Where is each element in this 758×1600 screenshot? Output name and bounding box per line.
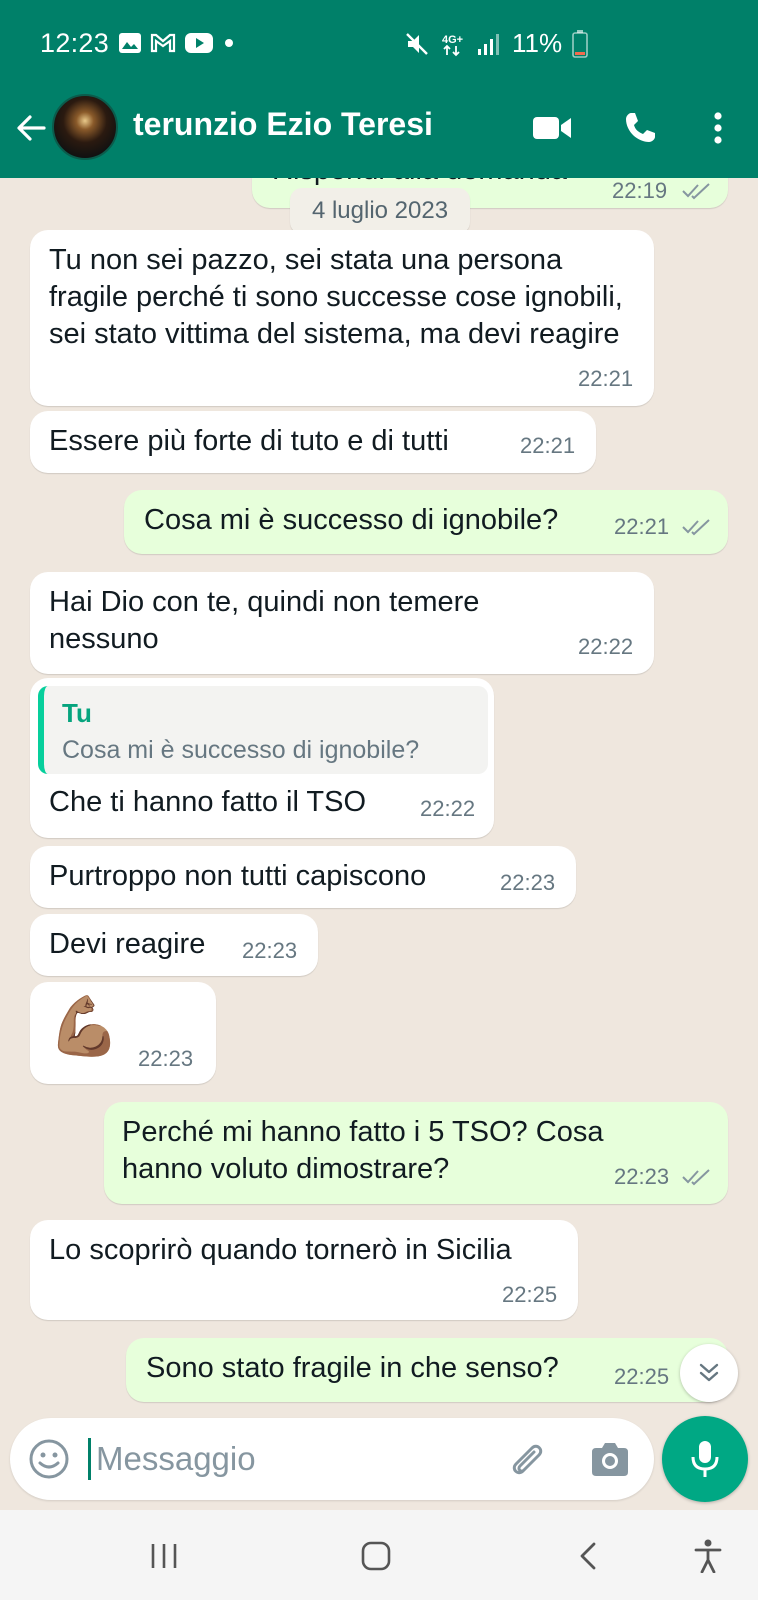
accessibility-button[interactable] xyxy=(688,1536,728,1576)
read-ticks-icon xyxy=(682,183,710,200)
message-time: 22:23 xyxy=(500,870,556,895)
date-chip: 4 luglio 2023 xyxy=(290,188,470,234)
back-icon xyxy=(580,1542,596,1570)
scroll-to-bottom-button[interactable] xyxy=(680,1344,738,1402)
message-bubble[interactable]: Purtroppo non tutti capiscono 22:23 xyxy=(30,846,576,908)
more-icon xyxy=(714,112,722,144)
chat-area[interactable]: Rispondi alla domanda 22:19 4 luglio 202… xyxy=(0,178,758,1418)
4g-icon: 4G+ xyxy=(442,34,463,56)
message-bubble[interactable]: Devi reagire 22:23 xyxy=(30,914,318,976)
text-caret xyxy=(88,1438,91,1480)
phone-icon xyxy=(626,113,655,142)
message-text: Cosa mi è successo di ignobile? xyxy=(144,504,559,536)
message-bubble[interactable]: Perché mi hanno fatto i 5 TSO? Cosa hann… xyxy=(104,1102,728,1204)
message-time: 22:23 xyxy=(138,1046,194,1071)
microphone-icon xyxy=(691,1441,719,1477)
read-ticks-icon xyxy=(682,519,710,536)
camera-icon[interactable] xyxy=(588,1438,632,1482)
message-time: 22:23 xyxy=(242,938,298,963)
contact-name[interactable]: terunzio Ezio Teresi xyxy=(133,106,433,143)
message-time: 22:25 xyxy=(614,1364,670,1389)
message-text: Devi reagire xyxy=(49,928,206,960)
quoted-text: Cosa mi è successo di ignobile? xyxy=(62,736,420,764)
battery-icon xyxy=(572,29,588,58)
notification-icons xyxy=(118,32,236,54)
attach-icon[interactable] xyxy=(504,1438,548,1482)
message-bubble[interactable]: Cosa mi è successo di ignobile? 22:21 xyxy=(124,490,728,554)
video-call-button[interactable] xyxy=(530,106,574,150)
contact-avatar[interactable] xyxy=(52,94,118,160)
message-time: 22:22 xyxy=(578,634,634,659)
quoted-author: Tu xyxy=(62,698,92,728)
message-time: 22:22 xyxy=(420,796,476,821)
message-text: Tu non sei pazzo, sei stata una persona … xyxy=(49,244,623,350)
youtube-icon xyxy=(185,33,213,53)
voice-message-button[interactable] xyxy=(662,1416,748,1502)
chat-header: terunzio Ezio Teresi xyxy=(0,88,758,178)
signal-icon xyxy=(478,33,499,55)
battery-percentage: 11% xyxy=(512,28,563,58)
home-button[interactable] xyxy=(356,1536,396,1576)
more-options-button[interactable] xyxy=(696,106,740,150)
svg-text:4G+: 4G+ xyxy=(442,34,463,46)
message-time: 22:25 xyxy=(502,1282,558,1307)
double-chevron-down-icon xyxy=(699,1363,719,1382)
flexed-biceps-emoji: 💪🏽 xyxy=(48,994,121,1059)
quoted-message[interactable]: Tu Cosa mi è successo di ignobile? xyxy=(38,686,488,774)
back-arrow-icon[interactable] xyxy=(14,110,50,146)
message-composer xyxy=(10,1418,654,1500)
message-bubble[interactable]: Tu non sei pazzo, sei stata una persona … xyxy=(30,230,654,406)
message-time: 22:23 xyxy=(614,1164,670,1189)
system-navigation-bar xyxy=(0,1510,758,1600)
emoji-icon[interactable] xyxy=(28,1438,70,1480)
status-bar: 12:23 4G+ 11% xyxy=(0,0,758,88)
recent-apps-button[interactable] xyxy=(144,1536,184,1576)
message-text: Sono stato fragile in che senso? xyxy=(146,1352,559,1384)
home-icon xyxy=(361,1541,391,1571)
message-text: Che ti hanno fatto il TSO xyxy=(49,786,367,818)
message-text: Essere più forte di tuto e di tutti xyxy=(49,425,449,457)
reply-message-bubble[interactable]: Tu Cosa mi è successo di ignobile? Che t… xyxy=(30,678,494,838)
message-time: 22:21 xyxy=(578,366,634,391)
dot-icon xyxy=(225,39,233,47)
message-text: Hai Dio con te, quindi non temere nessun… xyxy=(49,586,480,655)
message-text: Purtroppo non tutti capiscono xyxy=(49,860,427,892)
video-call-icon xyxy=(533,117,571,139)
back-button[interactable] xyxy=(568,1536,608,1576)
accessibility-icon xyxy=(694,1539,722,1573)
message-bubble[interactable]: Lo scoprirò quando tornerò in Sicilia 22… xyxy=(30,1220,578,1320)
message-text: Lo scoprirò quando tornerò in Sicilia xyxy=(49,1234,512,1266)
message-input[interactable] xyxy=(96,1432,496,1486)
message-bubble[interactable]: Hai Dio con te, quindi non temere nessun… xyxy=(30,572,654,674)
message-time: 22:21 xyxy=(520,433,576,458)
gmail-icon xyxy=(150,33,176,53)
mute-icon xyxy=(406,32,428,55)
read-ticks-icon xyxy=(682,1169,710,1186)
system-icons: 4G+ 11% xyxy=(404,28,588,59)
message-time: 22:19 xyxy=(612,178,668,203)
phone-call-button[interactable] xyxy=(618,106,662,150)
recent-apps-icon xyxy=(151,1544,177,1568)
status-time: 12:23 xyxy=(40,28,110,58)
emoji-message-bubble[interactable]: 💪🏽 22:23 xyxy=(30,982,216,1084)
message-time: 22:21 xyxy=(614,514,670,539)
message-bubble[interactable]: Essere più forte di tuto e di tutti 22:2… xyxy=(30,411,596,473)
message-text: Perché mi hanno fatto i 5 TSO? Cosa hann… xyxy=(122,1116,604,1185)
message-bubble[interactable]: Sono stato fragile in che senso? 22:25 xyxy=(126,1338,728,1402)
image-icon xyxy=(119,33,141,53)
